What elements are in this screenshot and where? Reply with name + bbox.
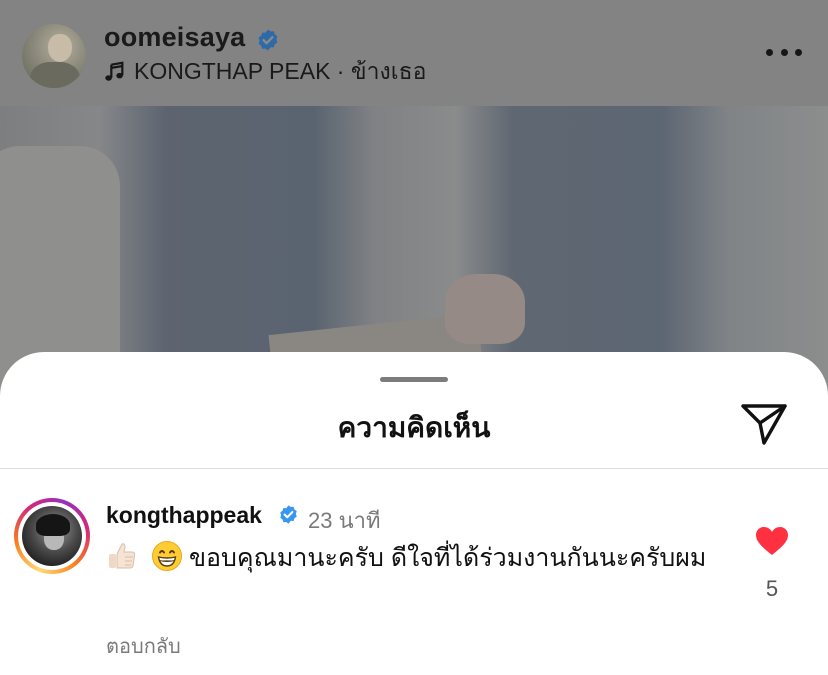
more-dot: [766, 48, 773, 56]
photo-hand: [445, 274, 525, 344]
like-count: 5: [765, 576, 779, 601]
post-header: oomeisaya KONGTHAP PEAK · ข้างเธอ: [0, 0, 828, 106]
comment-text: ขอบคุณมานะครับ ดีใจที่ได้ร่วมงานกันนะครั…: [106, 540, 726, 577]
comment-text-content: ขอบคุณมานะครับ ดีใจที่ได้ร่วมงานกันนะครั…: [188, 544, 707, 572]
comment-timestamp: 23 นาที: [308, 508, 381, 533]
commenter-avatar-story-ring[interactable]: [14, 498, 90, 574]
reply-button[interactable]: ตอบกลับ: [106, 630, 181, 662]
post-music-label: KONGTHAP PEAK · ข้างเธอ: [134, 58, 427, 84]
post-music-row[interactable]: KONGTHAP PEAK · ข้างเธอ: [104, 58, 426, 86]
verified-badge-icon: [258, 29, 278, 51]
commenter-username[interactable]: kongthappeak: [106, 502, 262, 529]
comments-sheet-title: ความคิดเห็น: [337, 412, 491, 443]
music-note-icon: [105, 61, 124, 81]
commenter-avatar: [22, 506, 82, 566]
post-author-username[interactable]: oomeisaya: [104, 22, 245, 53]
grinning-face-emoji: [151, 541, 182, 571]
verified-badge-icon: [280, 505, 297, 524]
sheet-divider: [0, 468, 828, 469]
avatar-figure-body: [30, 62, 80, 88]
send-paper-plane-icon[interactable]: [740, 402, 788, 446]
avatar-figure-hair: [36, 514, 70, 536]
heart-filled-icon[interactable]: [755, 526, 789, 556]
more-dot: [780, 48, 788, 56]
more-options-button[interactable]: [766, 44, 802, 60]
avatar-figure-face: [48, 34, 72, 62]
more-dot: [795, 48, 802, 56]
sheet-drag-handle[interactable]: [380, 377, 448, 382]
post-author-avatar[interactable]: [22, 24, 86, 88]
thumbs-up-emoji: [109, 543, 136, 569]
